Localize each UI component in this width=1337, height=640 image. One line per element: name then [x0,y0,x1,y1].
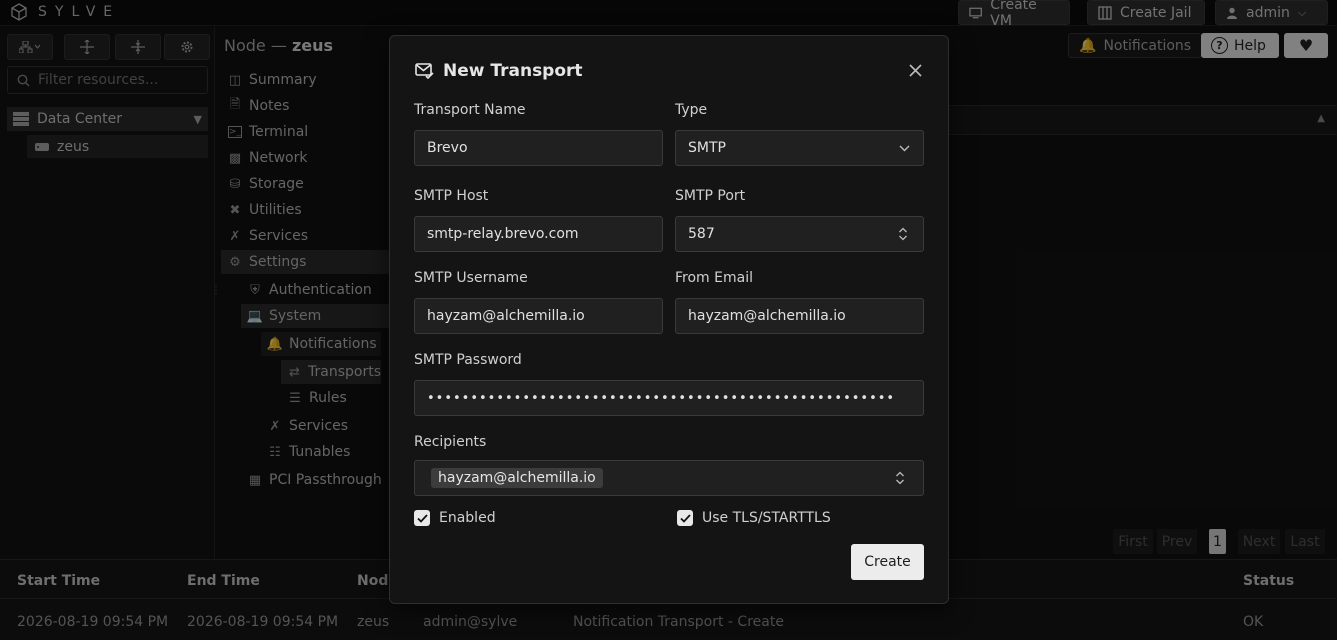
transport-name-input[interactable]: Brevo [414,130,663,166]
recipients-select[interactable]: hayzam@alchemilla.io [414,460,924,496]
tls-checkbox[interactable]: Use TLS/STARTTLS [677,510,831,526]
transport-name-value: Brevo [427,140,468,156]
type-value: SMTP [688,140,726,156]
smtp-port-label: SMTP Port [675,188,746,204]
close-icon [908,63,922,77]
smtp-username-value: hayzam@alchemilla.io [427,308,585,324]
enabled-checkbox[interactable]: Enabled [414,510,496,526]
transport-name-label: Transport Name [414,102,526,118]
recipients-label: Recipients [414,434,487,450]
number-stepper-icon[interactable] [898,227,908,241]
new-transport-dialog: New Transport Transport Name Brevo Type … [389,35,949,604]
dialog-title-text: New Transport [443,61,583,81]
smtp-password-input[interactable]: ••••••••••••••••••••••••••••••••••••••••… [414,380,924,416]
smtp-port-input[interactable]: 587 [675,216,924,252]
close-button[interactable] [905,60,925,80]
from-email-value: hayzam@alchemilla.io [688,308,846,324]
create-button[interactable]: Create [851,544,924,580]
mail-check-icon [415,63,434,79]
smtp-password-value: ••••••••••••••••••••••••••••••••••••••••… [427,390,896,406]
recipient-chip[interactable]: hayzam@alchemilla.io [431,468,603,488]
type-label: Type [675,102,708,118]
checkbox-checked-icon [414,510,430,526]
tls-label: Use TLS/STARTTLS [702,510,831,526]
enabled-label: Enabled [439,510,496,526]
smtp-host-label: SMTP Host [414,188,489,204]
smtp-host-value: smtp-relay.brevo.com [427,226,579,242]
smtp-host-input[interactable]: smtp-relay.brevo.com [414,216,663,252]
from-email-input[interactable]: hayzam@alchemilla.io [675,298,924,334]
smtp-username-label: SMTP Username [414,270,528,286]
smtp-port-value: 587 [688,226,715,242]
chevron-down-icon [899,145,910,152]
smtp-password-label: SMTP Password [414,352,522,368]
from-email-label: From Email [675,270,753,286]
create-label: Create [864,554,911,570]
dialog-title: New Transport [415,61,583,81]
type-select[interactable]: SMTP [675,130,924,166]
smtp-username-input[interactable]: hayzam@alchemilla.io [414,298,663,334]
checkbox-checked-icon [677,510,693,526]
up-down-chevron-icon [896,471,904,485]
